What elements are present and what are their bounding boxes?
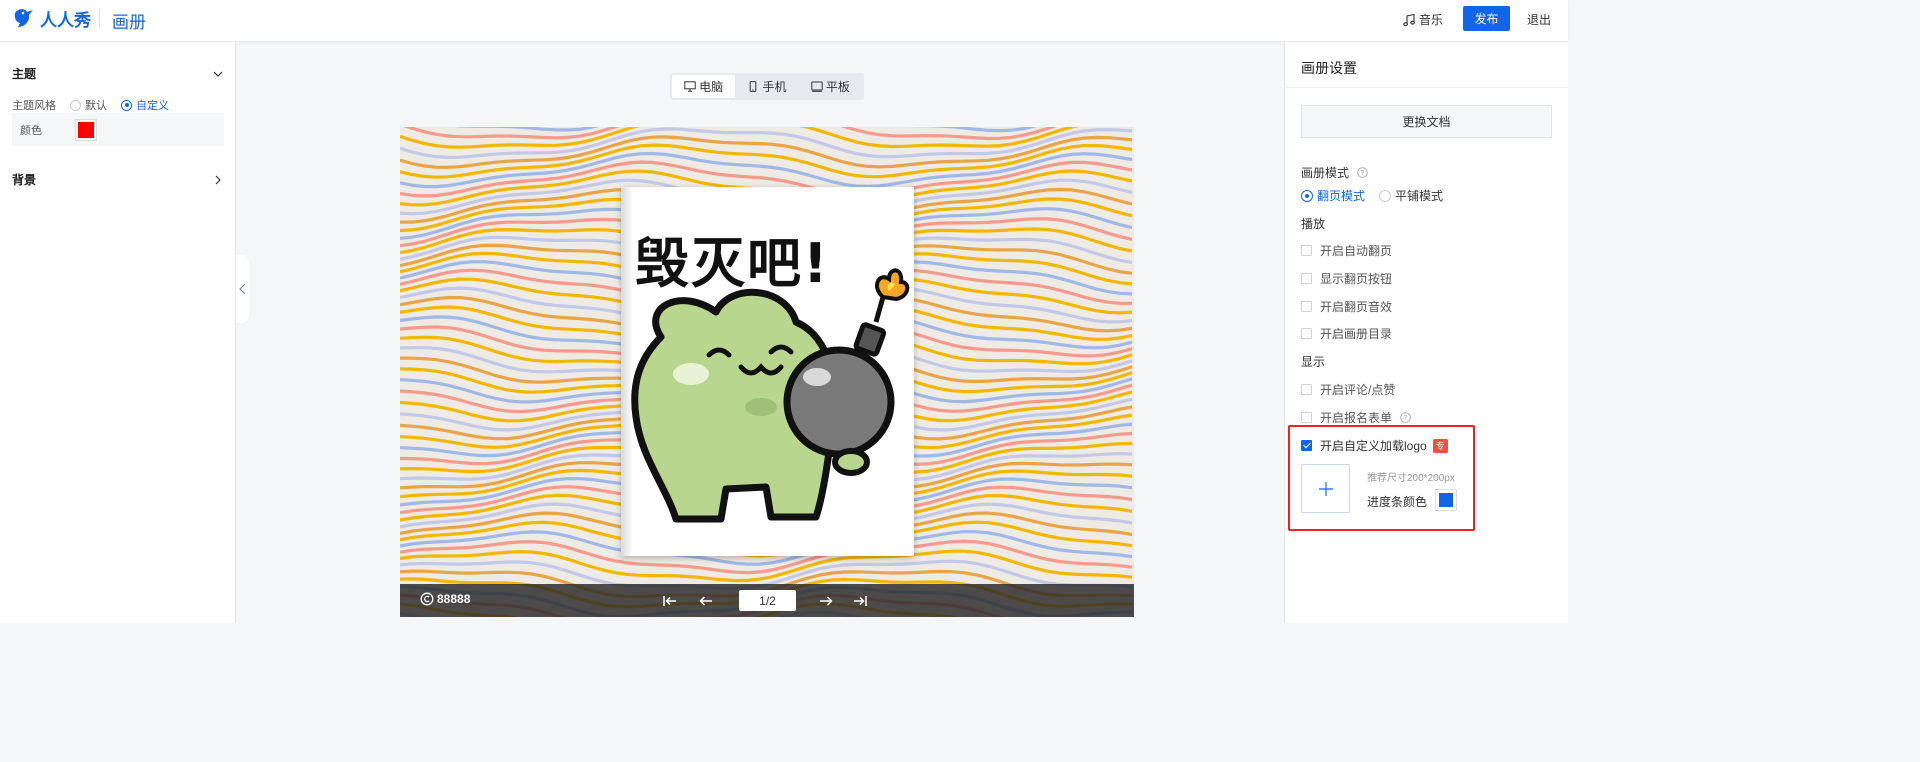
pro-badge: 专 [1432,438,1448,453]
upload-logo-button[interactable] [1301,464,1350,513]
theme-section-title: 主题 [12,67,37,81]
music-button[interactable]: 音乐 [1402,11,1443,28]
left-settings-panel: 主题 主题风格 默认 自定义 颜色 背景 [0,42,236,623]
checkbox-icon [1301,245,1312,256]
radio-icon [1379,189,1392,202]
checkbox-signup-form[interactable]: 开启报名表单 ? [1301,409,1411,426]
radio-checked-icon [1301,189,1313,202]
publish-button[interactable]: 发布 [1463,6,1510,31]
display-section-title: 显示 [1301,355,1326,369]
play-section-title: 播放 [1301,217,1326,231]
music-note-icon [1403,13,1415,26]
background-section-header[interactable]: 背景 [12,171,224,188]
page-number-input[interactable] [739,590,796,611]
device-switcher: 电脑 手机 平板 [670,73,864,100]
right-settings-panel: 画册设置 更换文档 画册模式 ? 翻页模式 平铺模式 播放 开启自动翻页 显示翻… [1284,42,1569,623]
tablet-icon [811,81,823,92]
progress-color-fill [1439,493,1453,507]
checkbox-icon [1301,412,1312,423]
app-logo[interactable]: 人人秀 [12,6,91,30]
first-page-icon[interactable] [662,593,678,609]
album-mode-label-row: 画册模式 ? [1301,164,1368,181]
header-divider [99,9,100,27]
bird-logo-icon [14,9,33,27]
wave-stripe [454,127,1038,133]
device-tab-mobile[interactable]: 手机 [735,75,798,98]
sticker-caption: 毁灭吧! [635,232,830,295]
theme-style-row: 主题风格 默认 自定义 [12,97,169,113]
panel-title: 画册设置 [1301,60,1357,76]
theme-color-row: 颜色 [12,113,224,146]
theme-color-fill [78,121,94,138]
chevron-right-icon [215,175,221,184]
color-label: 颜色 [20,124,42,137]
checkbox-flip-sound[interactable]: 开启翻页音效 [1301,298,1392,315]
help-icon[interactable]: ? [1357,167,1368,178]
checkbox-auto-flip[interactable]: 开启自动翻页 [1301,242,1392,259]
desktop-icon [684,81,696,92]
device-tab-desktop[interactable]: 电脑 [672,75,736,98]
theme-style-label: 主题风格 [12,100,56,112]
app-title: 画册 [112,13,146,32]
mode-option-flip[interactable]: 翻页模式 [1301,187,1365,204]
chevron-left-icon [239,283,246,295]
mobile-icon [750,81,757,92]
progress-color-label: 进度条颜色 [1367,495,1428,509]
checkbox-icon [1301,301,1312,312]
background-section-title: 背景 [12,173,37,187]
theme-option-default[interactable]: 默认 [70,97,107,113]
top-header: 人人秀 画册 音乐 发布 退出 [0,0,1568,42]
theme-section-header[interactable]: 主题 [12,65,224,82]
checkbox-checked-icon [1301,440,1312,451]
checkbox-icon [1301,384,1312,395]
checkbox-icon [1301,273,1312,284]
chevron-down-icon [213,71,223,77]
checkbox-comments-likes[interactable]: 开启评论/点赞 [1301,381,1395,398]
logout-button[interactable]: 退出 [1527,11,1551,28]
music-label: 音乐 [1419,13,1444,27]
last-page-icon[interactable] [852,593,868,609]
help-icon[interactable]: ? [1400,412,1411,423]
radio-icon [70,99,81,111]
copyright-icon [420,592,434,606]
replace-document-button[interactable]: 更换文档 [1301,105,1552,138]
radio-checked-icon [121,99,132,111]
svg-text:?: ? [1404,415,1408,422]
album-mode-options: 翻页模式 平铺模式 [1301,187,1457,204]
device-tab-tablet[interactable]: 平板 [799,75,862,98]
logo-text: 人人秀 [40,10,91,30]
mode-option-tile[interactable]: 平铺模式 [1379,187,1443,204]
theme-option-custom[interactable]: 自定义 [121,97,169,113]
checkbox-show-flip-buttons[interactable]: 显示翻页按钮 [1301,270,1392,287]
recommended-size-hint: 推荐尺寸200*200px [1367,473,1455,484]
checkbox-custom-loading-logo[interactable]: 开启自定义加载logo 专 [1301,437,1448,454]
checkbox-album-toc[interactable]: 开启画册目录 [1301,325,1392,342]
plus-icon [1318,481,1333,496]
next-page-icon[interactable] [818,593,834,609]
previous-page-icon[interactable] [698,593,714,609]
collapse-left-panel-tab[interactable] [236,255,249,323]
album-page[interactable]: 毁灭吧! [621,187,914,556]
progress-color-picker[interactable] [1435,489,1457,511]
theme-color-picker[interactable] [75,118,97,141]
checkbox-icon [1301,328,1312,339]
panel-divider [1285,87,1569,88]
svg-text:?: ? [1361,170,1365,177]
copyright-brand: 88888 [420,592,470,606]
